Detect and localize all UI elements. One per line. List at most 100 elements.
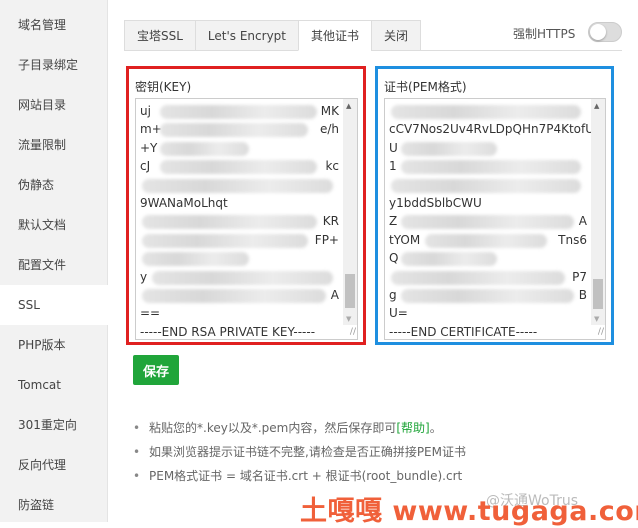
site-watermark: 土嘎嘎 www.tugaga.com xyxy=(300,496,638,527)
text-line: -----END CERTIFICATE----- xyxy=(389,323,587,339)
resize-grip-icon[interactable]: // xyxy=(592,326,604,338)
tab-baota-ssl[interactable]: 宝塔SSL xyxy=(124,20,195,51)
key-scrollbar[interactable]: ▲ ▼ xyxy=(343,99,357,325)
line-end: P7 xyxy=(572,269,587,284)
toggle-knob xyxy=(590,24,606,40)
sidebar-item[interactable]: 域名管理 xyxy=(0,5,107,45)
text-line: == xyxy=(140,304,339,322)
line-start: U xyxy=(389,140,398,155)
sidebar-item[interactable]: PHP版本 xyxy=(0,325,107,365)
text-line: -----END RSA PRIVATE KEY----- xyxy=(140,323,339,339)
tip-item: PEM格式证书 = 域名证书.crt + 根证书(root_bundle).cr… xyxy=(133,466,466,490)
text-line: cJ kc xyxy=(140,157,339,175)
text-line: 9WANaMoLhqt xyxy=(140,194,339,212)
redaction-blur xyxy=(391,105,581,119)
sidebar-item[interactable]: 默认文档 xyxy=(0,205,107,245)
text-line: U= xyxy=(389,304,587,322)
sidebar-item[interactable]: 配置文件 xyxy=(0,245,107,285)
text-line: P7 xyxy=(389,268,587,286)
redaction-blur xyxy=(391,270,565,285)
redaction-blur xyxy=(142,252,249,267)
line-start: y1bddSblbCWU xyxy=(389,195,482,210)
line-start: 9WANaMoLhqt xyxy=(140,195,228,210)
scroll-down-icon[interactable]: ▼ xyxy=(346,315,351,323)
redaction-blur xyxy=(160,105,317,119)
line-end: FP+ xyxy=(314,232,339,247)
line-start: U= xyxy=(389,306,408,321)
line-start: tYOM xyxy=(389,232,421,247)
key-textarea[interactable]: uj MK m+ e/h +Y cJ kc 9WANaMoLhqt KR FP+ y A == -----… xyxy=(135,98,358,340)
line-start: cCV7Nos2Uv4RvLDpQHn7P4KtofU xyxy=(389,122,595,137)
redaction-blur xyxy=(152,270,333,285)
text-line: gB xyxy=(389,286,587,304)
line-start: m+ xyxy=(140,122,162,137)
sidebar-item[interactable]: SSL xyxy=(0,285,108,325)
sidebar-item[interactable]: 子目录绑定 xyxy=(0,45,107,85)
line-start: 1 xyxy=(389,159,397,174)
line-start: -----END RSA PRIVATE KEY----- xyxy=(140,324,316,339)
scroll-down-icon[interactable]: ▼ xyxy=(594,315,599,323)
text-line: KR xyxy=(140,212,339,230)
key-section: 密钥(KEY) uj MK m+ e/h +Y cJ kc 9WANaMoLhqt KR FP+ y… xyxy=(126,66,366,345)
line-start: -----END CERTIFICATE----- xyxy=(389,324,538,339)
sidebar-item[interactable]: 流量限制 xyxy=(0,125,107,165)
text-line: +Y xyxy=(140,139,339,157)
sidebar-item[interactable]: Tomcat xyxy=(0,365,107,405)
cert-scrollbar[interactable]: ▲ ▼ xyxy=(591,99,605,325)
sidebar-item[interactable]: 反向代理 xyxy=(0,445,107,485)
text-line: 1 xyxy=(389,157,587,175)
sidebar-item[interactable]: 伪静态 xyxy=(0,165,107,205)
text-line: U xyxy=(389,139,587,157)
redaction-blur xyxy=(142,288,326,303)
redaction-blur xyxy=(160,123,308,138)
cert-label: 证书(PEM格式) xyxy=(384,80,467,94)
sidebar: 域名管理 子目录绑定 网站目录 流量限制 伪静态 默认文档 配置文件 SSL PHP版本 Tomc… xyxy=(0,0,108,522)
line-start: y xyxy=(140,269,148,284)
text-line: cCV7Nos2Uv4RvLDpQHn7P4KtofU xyxy=(389,120,594,138)
text-line: FP+ xyxy=(140,231,339,249)
text-line: Q xyxy=(389,249,587,267)
text-line: y1bddSblbCWU xyxy=(389,194,587,212)
line-end: B xyxy=(578,287,587,302)
save-button[interactable]: 保存 xyxy=(133,355,179,385)
redaction-blur xyxy=(401,215,574,230)
resize-grip-icon[interactable]: // xyxy=(344,326,356,338)
tip-item: 如果浏览器提示证书链不完整,请检查是否正确拼接PEM证书 xyxy=(133,442,466,466)
text-line xyxy=(140,176,339,194)
redaction-blur xyxy=(401,288,574,303)
scroll-up-icon[interactable]: ▲ xyxy=(594,102,599,110)
sidebar-item[interactable]: 防盗链 xyxy=(0,485,107,525)
text-line: m+ e/h xyxy=(140,120,339,138)
text-line: y xyxy=(140,268,339,286)
redaction-blur xyxy=(160,160,317,175)
line-start: uj xyxy=(140,104,151,118)
line-start: Q xyxy=(389,251,399,266)
text-line: A xyxy=(140,286,339,304)
redaction-blur xyxy=(401,252,497,267)
text-line: tYOM Tns6 xyxy=(389,231,587,249)
line-start: cJ xyxy=(140,159,151,174)
sidebar-item[interactable]: 网站目录 xyxy=(0,85,107,125)
tip-text: 粘贴您的*.key以及*.pem内容，然后保存即可 xyxy=(149,421,397,435)
key-label: 密钥(KEY) xyxy=(135,80,192,94)
redaction-blur xyxy=(160,141,249,156)
cert-textarea[interactable]: cCV7Nos2Uv4RvLDpQHn7P4KtofU U 1 y1bddSblbCW… xyxy=(384,98,606,340)
force-https-toggle[interactable] xyxy=(588,22,622,42)
redaction-blur xyxy=(142,233,308,248)
scroll-thumb[interactable] xyxy=(345,274,355,308)
line-end: A xyxy=(330,287,339,302)
tab-lets-encrypt[interactable]: Let's Encrypt xyxy=(194,20,298,51)
tab-other-certificate[interactable]: 其他证书 xyxy=(298,20,372,51)
sidebar-item[interactable]: 301重定向 xyxy=(0,405,107,445)
scroll-up-icon[interactable]: ▲ xyxy=(346,102,351,110)
line-end: KR xyxy=(322,214,339,229)
tips-list: 粘贴您的*.key以及*.pem内容，然后保存即可[帮助]。 如果浏览器提示证书… xyxy=(133,418,466,490)
redaction-blur xyxy=(425,233,547,248)
text-line: ZA xyxy=(389,212,587,230)
tab-close[interactable]: 关闭 xyxy=(371,20,422,51)
line-start: Z xyxy=(389,214,398,229)
scroll-thumb[interactable] xyxy=(593,279,603,309)
cert-section: 证书(PEM格式) cCV7Nos2Uv4RvLDpQHn7P4KtofU U 1 y… xyxy=(375,66,614,345)
text-line xyxy=(140,249,339,267)
help-link[interactable]: [帮助] xyxy=(396,421,429,435)
